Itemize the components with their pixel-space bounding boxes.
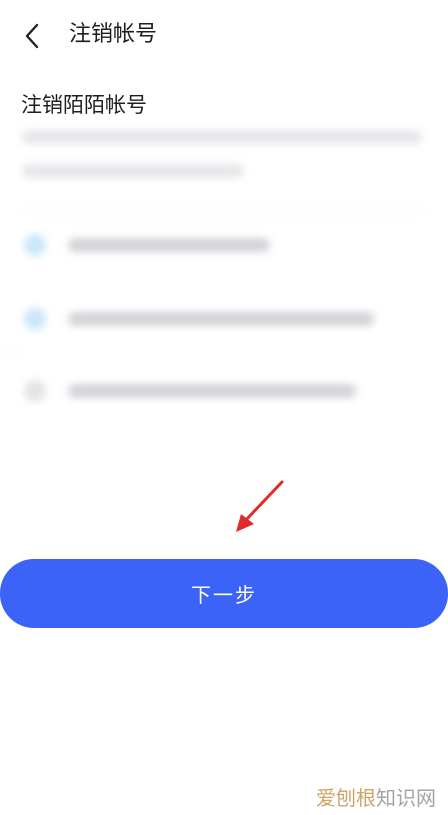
red-arrow-icon bbox=[236, 480, 284, 532]
checkbox-icon bbox=[24, 380, 46, 402]
header-bar: 注销帐号 bbox=[0, 0, 448, 70]
watermark: 爱刨根 知识网 bbox=[316, 782, 436, 811]
back-button[interactable] bbox=[14, 18, 50, 54]
chevron-left-icon bbox=[25, 23, 39, 49]
section-title: 注销陌陌帐号 bbox=[21, 93, 147, 117]
next-step-button[interactable]: 下一步 bbox=[0, 559, 448, 628]
checkbox-icon bbox=[24, 308, 46, 330]
watermark-text: 知识网 bbox=[376, 786, 436, 810]
checkbox-icon bbox=[24, 234, 46, 256]
blurred-content bbox=[0, 124, 448, 424]
watermark-text: 爱刨根 bbox=[316, 786, 376, 810]
page-title: 注销帐号 bbox=[69, 22, 158, 47]
